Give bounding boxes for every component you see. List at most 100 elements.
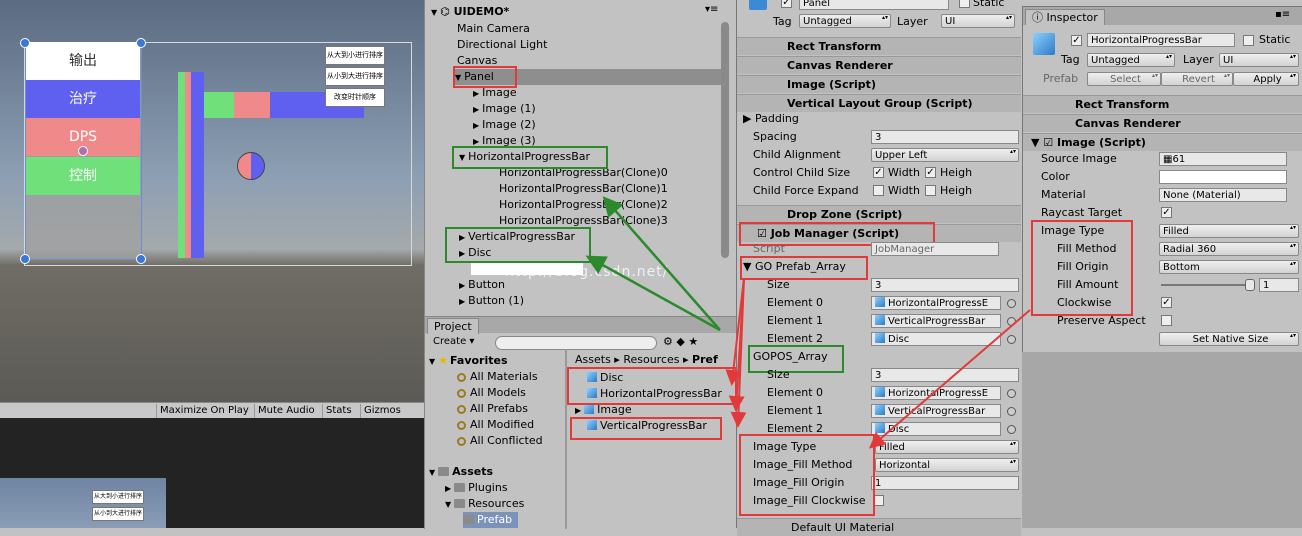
- tag-dropdown[interactable]: Untagged: [799, 14, 891, 28]
- hierarchy-item[interactable]: ▶ Image (1): [473, 101, 536, 117]
- rect-handle[interactable]: [20, 254, 30, 264]
- tab-project[interactable]: Project: [427, 318, 479, 334]
- preserve-aspect-checkbox[interactable]: [1161, 315, 1172, 326]
- fill-origin-field[interactable]: 1: [871, 476, 1019, 490]
- breadcrumb-item[interactable]: Resources: [623, 353, 679, 366]
- gizmos-dropdown[interactable]: Gizmos: [360, 404, 404, 418]
- create-dropdown[interactable]: Create ▾: [433, 336, 474, 347]
- lock-icon[interactable]: ▪≡: [1275, 9, 1290, 20]
- component-rect-transform[interactable]: Rect Transform: [737, 37, 1021, 55]
- fill-amount-slider-thumb[interactable]: [1245, 279, 1255, 291]
- fill-method-dropdown[interactable]: Horizontal: [875, 458, 1019, 472]
- hierarchy-item[interactable]: ▶ Button (1): [459, 293, 524, 309]
- scene-view[interactable]: 输出 治疗 DPS 控制 从大到小进行排序 从小到大进行排序 改变时针顺序: [0, 0, 424, 402]
- apply-button[interactable]: Apply: [1233, 72, 1299, 86]
- hierarchy-item[interactable]: HorizontalProgressBar(Clone)2: [499, 197, 668, 213]
- hierarchy-item[interactable]: Canvas: [457, 53, 497, 69]
- assets-header[interactable]: ▼ Assets: [429, 464, 493, 480]
- hierarchy-item[interactable]: ▶ Image: [473, 85, 517, 101]
- component-default-ui-material[interactable]: Default UI Material: [737, 518, 1021, 536]
- foldout-triangle-icon[interactable]: ▶: [459, 297, 465, 306]
- object-picker-icon[interactable]: [1007, 335, 1016, 344]
- pivot-handle[interactable]: [78, 146, 88, 156]
- object-picker-icon[interactable]: [1007, 299, 1016, 308]
- fill-amount-field[interactable]: 1: [1259, 278, 1299, 292]
- scene-root[interactable]: ▼ ⌬ UIDEMO*: [431, 4, 509, 20]
- asset-disc[interactable]: Disc: [587, 370, 623, 386]
- mute-audio-toggle[interactable]: Mute Audio: [254, 404, 318, 418]
- breadcrumb-item[interactable]: Assets: [575, 353, 611, 366]
- search-input[interactable]: [495, 336, 657, 350]
- element-object-field[interactable]: Disc: [871, 422, 1001, 436]
- hierarchy-item[interactable]: ▼ Panel: [455, 69, 721, 85]
- hierarchy-item[interactable]: HorizontalProgressBar(Clone)0: [499, 165, 668, 181]
- image-type-dropdown[interactable]: Filled: [1159, 224, 1299, 238]
- static-checkbox[interactable]: [959, 0, 970, 8]
- foldout-triangle-icon[interactable]: ▶: [459, 281, 465, 290]
- collapse-triangle-icon[interactable]: ▼: [431, 8, 437, 17]
- favorite-item[interactable]: All Modified: [457, 417, 534, 433]
- component-image[interactable]: ▼ ☑ Image (Script): [1023, 133, 1302, 151]
- padding-foldout[interactable]: ▶ Padding: [743, 110, 799, 127]
- expand-height-checkbox[interactable]: [925, 185, 936, 196]
- component-rect-transform[interactable]: Rect Transform: [1023, 95, 1302, 113]
- hierarchy-scrollbar[interactable]: [721, 22, 729, 258]
- element-object-field[interactable]: VerticalProgressBar: [871, 404, 1001, 418]
- rect-handle[interactable]: [136, 38, 146, 48]
- hierarchy-item[interactable]: HorizontalProgressBar(Clone)1: [499, 181, 668, 197]
- hierarchy-item[interactable]: ▼ HorizontalProgressBar: [459, 149, 590, 165]
- favorites-header[interactable]: ▼ ★ Favorites: [429, 353, 508, 369]
- foldout-triangle-icon[interactable]: ▶: [473, 121, 479, 130]
- control-button[interactable]: 控制: [26, 157, 140, 195]
- fill-amount-slider-track[interactable]: [1161, 284, 1249, 286]
- foldout-triangle-icon[interactable]: ▶: [459, 233, 465, 242]
- gopos-size-field[interactable]: 3: [871, 368, 1019, 382]
- foldout-triangle-icon[interactable]: ▼: [455, 73, 461, 82]
- asset-horizontal-progress-bar[interactable]: HorizontalProgressBar: [587, 386, 722, 402]
- element-object-field[interactable]: HorizontalProgressE: [871, 296, 1001, 310]
- object-name-field[interactable]: HorizontalProgressBar: [1087, 33, 1235, 47]
- set-native-size-button[interactable]: Set Native Size: [1159, 332, 1299, 346]
- go-size-field[interactable]: 3: [871, 278, 1019, 292]
- hierarchy-item[interactable]: ▶ Image (2): [473, 117, 536, 133]
- tag-dropdown[interactable]: Untagged: [1087, 53, 1175, 67]
- clockwise-checkbox[interactable]: ✓: [1161, 297, 1172, 308]
- sort-desc-button[interactable]: 从大到小进行排序: [325, 46, 385, 65]
- element-object-field[interactable]: Disc: [871, 332, 1001, 346]
- control-width-checkbox[interactable]: ✓: [873, 167, 884, 178]
- rect-handle[interactable]: [136, 254, 146, 264]
- tree-resources[interactable]: ▼ Resources: [445, 496, 524, 512]
- element-object-field[interactable]: HorizontalProgressE: [871, 386, 1001, 400]
- object-picker-icon[interactable]: [1007, 317, 1016, 326]
- object-picker-icon[interactable]: [1007, 389, 1016, 398]
- favorite-item[interactable]: All Materials: [457, 369, 538, 385]
- foldout-triangle-icon[interactable]: ▼: [459, 153, 465, 162]
- object-name-field[interactable]: Panel: [799, 0, 949, 10]
- control-height-checkbox[interactable]: ✓: [925, 167, 936, 178]
- gopos-array-foldout[interactable]: GOPOS_Array: [753, 348, 828, 365]
- component-canvas-renderer[interactable]: Canvas Renderer: [1023, 114, 1302, 132]
- favorite-item[interactable]: All Conflicted: [457, 433, 543, 449]
- hierarchy-item[interactable]: ▶ Button: [459, 277, 505, 293]
- asset-vertical-progress-bar[interactable]: VerticalProgressBar: [587, 418, 707, 434]
- image-type-dropdown[interactable]: Filled: [875, 440, 1019, 454]
- layer-dropdown[interactable]: UI: [941, 14, 1015, 28]
- fill-clockwise-checkbox[interactable]: [873, 495, 884, 506]
- go-prefab-array-foldout[interactable]: ▼ GO Prefab_Array: [743, 258, 846, 275]
- foldout-triangle-icon[interactable]: ▶: [473, 137, 479, 146]
- hierarchy-item[interactable]: ▶ VerticalProgressBar: [459, 229, 575, 245]
- fill-origin-dropdown[interactable]: Bottom: [1159, 260, 1299, 274]
- component-drop-zone[interactable]: Drop Zone (Script): [737, 205, 1021, 223]
- raycast-checkbox[interactable]: ✓: [1161, 207, 1172, 218]
- hierarchy-item[interactable]: Directional Light: [457, 37, 547, 53]
- expand-width-checkbox[interactable]: [873, 185, 884, 196]
- game-sort-asc-button[interactable]: 从小到大进行排序: [92, 507, 144, 521]
- active-checkbox[interactable]: ✓: [781, 0, 792, 8]
- favorite-item[interactable]: All Prefabs: [457, 401, 528, 417]
- hierarchy-item[interactable]: ▶ Disc: [459, 245, 491, 261]
- hierarchy-item[interactable]: ▶ Image (3): [473, 133, 536, 149]
- asset-image[interactable]: ▶ Image: [575, 402, 632, 418]
- clockwise-toggle-button[interactable]: 改变时针顺序: [325, 88, 385, 107]
- component-canvas-renderer[interactable]: Canvas Renderer: [737, 56, 1021, 74]
- child-alignment-dropdown[interactable]: Upper Left: [871, 148, 1019, 162]
